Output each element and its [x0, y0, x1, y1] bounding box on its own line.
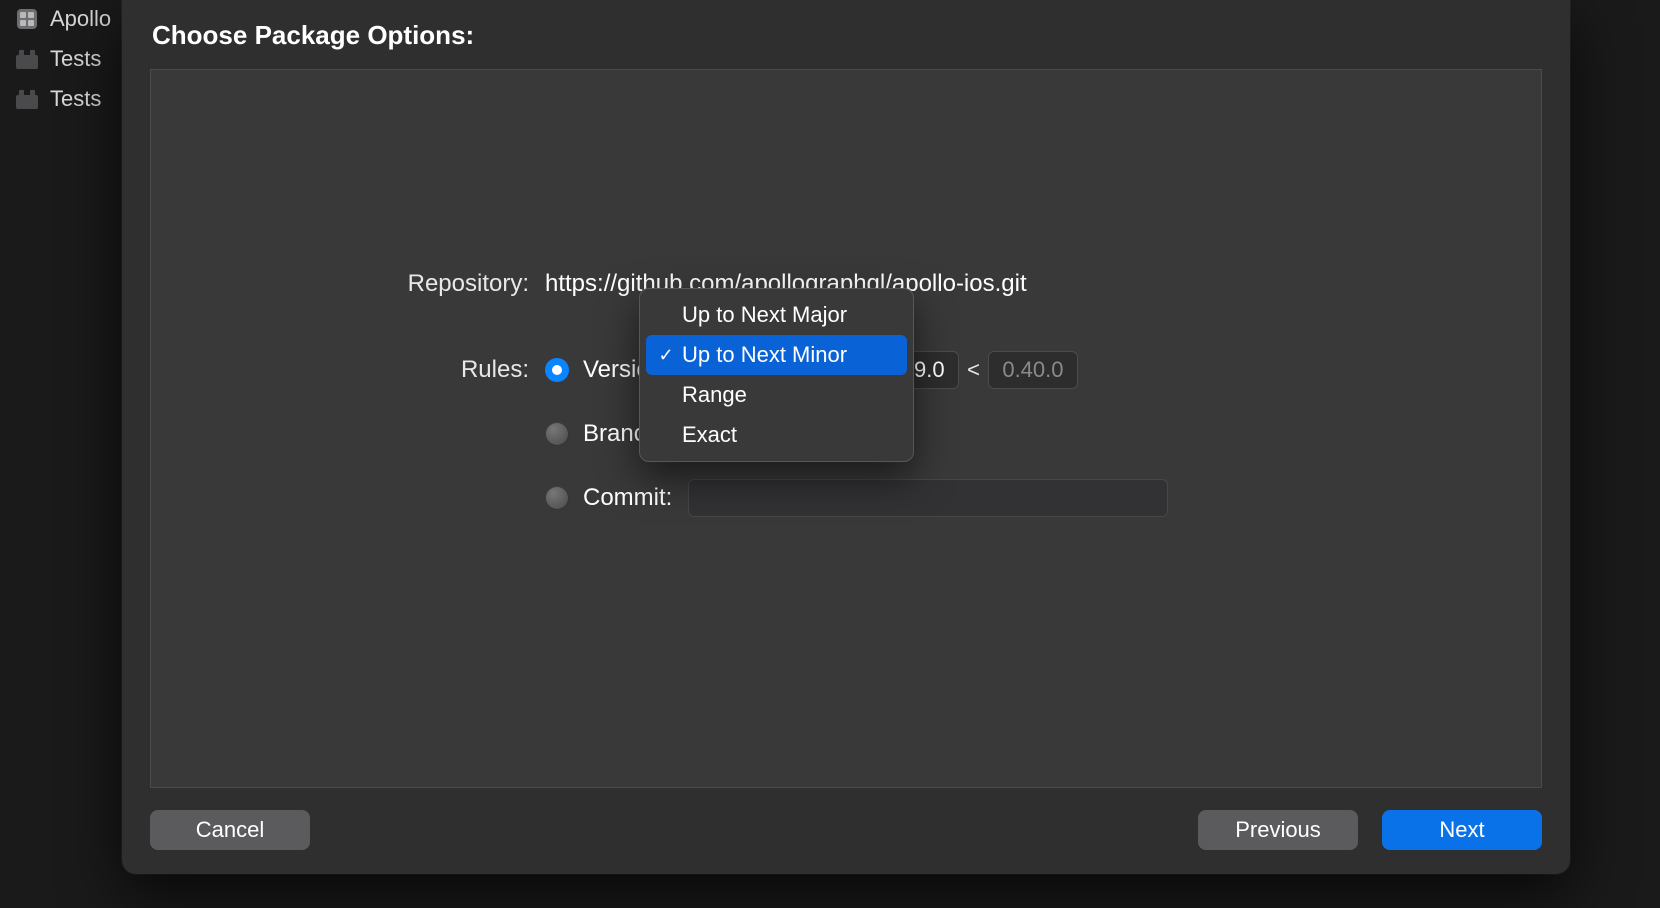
dropdown-item-label: Up to Next Major: [682, 302, 847, 328]
previous-button[interactable]: Previous: [1198, 810, 1358, 850]
check-icon: ✓: [656, 345, 676, 366]
dropdown-item-exact[interactable]: ✓ Exact: [646, 415, 907, 455]
commit-radio[interactable]: [545, 486, 569, 510]
rules-label: Rules:: [381, 356, 529, 384]
dropdown-item-range[interactable]: ✓ Range: [646, 375, 907, 415]
version-radio[interactable]: [545, 358, 569, 382]
nav-item-apollo[interactable]: Apollo: [14, 6, 111, 32]
nav-item-tests-1[interactable]: Tests: [14, 46, 111, 72]
dialog-title: Choose Package Options:: [152, 20, 1542, 51]
repository-label: Repository:: [381, 270, 529, 298]
nav-item-label: Tests: [50, 46, 101, 72]
package-options-dialog: Choose Package Options: Repository: http…: [122, 0, 1570, 874]
dropdown-item-label: Exact: [682, 422, 737, 448]
dialog-footer: Cancel Previous Next: [150, 788, 1542, 850]
grid-icon: [14, 6, 40, 32]
nav-item-label: Apollo: [50, 6, 111, 32]
lego-icon: [14, 46, 40, 72]
lego-icon: [14, 86, 40, 112]
commit-radio-label: Commit:: [583, 484, 672, 512]
commit-field[interactable]: [688, 479, 1168, 517]
dropdown-item-label: Range: [682, 382, 747, 408]
branch-radio[interactable]: [545, 422, 569, 446]
nav-item-label: Tests: [50, 86, 101, 112]
less-than-label: <: [967, 357, 980, 383]
nav-item-tests-2[interactable]: Tests: [14, 86, 111, 112]
cancel-button[interactable]: Cancel: [150, 810, 310, 850]
dropdown-item-next-minor[interactable]: ✓ Up to Next Minor: [646, 335, 907, 375]
version-to-field[interactable]: 0.40.0: [988, 351, 1078, 389]
project-navigator: Apollo Tests Tests: [14, 6, 111, 112]
next-button[interactable]: Next: [1382, 810, 1542, 850]
dropdown-item-label: Up to Next Minor: [682, 342, 847, 368]
dialog-body: Repository: https://github.com/apollogra…: [150, 69, 1542, 788]
version-rule-dropdown: ✓ Up to Next Major ✓ Up to Next Minor ✓ …: [639, 288, 914, 462]
dropdown-item-next-major[interactable]: ✓ Up to Next Major: [646, 295, 907, 335]
